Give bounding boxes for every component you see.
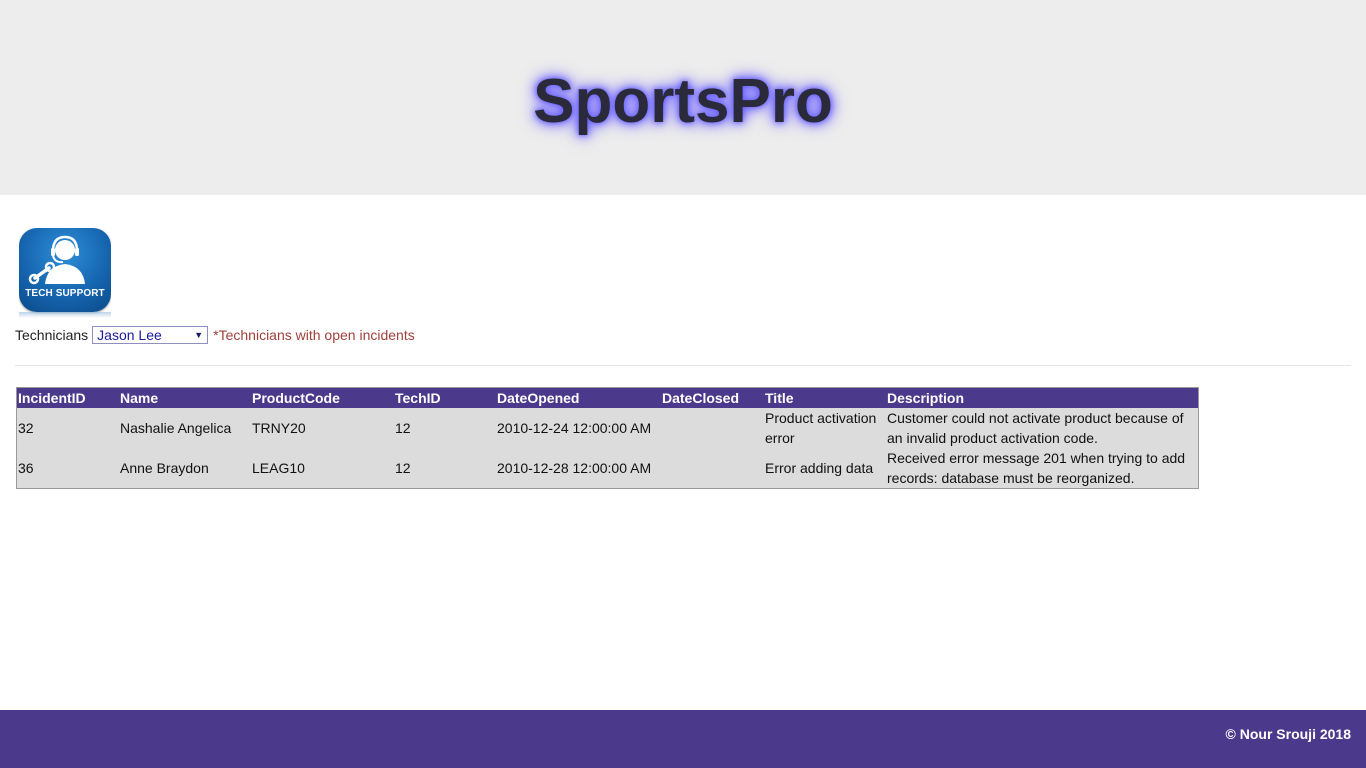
technicians-note: *Technicians with open incidents: [213, 327, 415, 343]
column-header-incidentid[interactable]: IncidentID: [17, 388, 119, 408]
cell-dateopened: 2010-12-28 12:00:00 AM: [497, 460, 652, 476]
table-row: 36 Anne Braydon LEAG10 12 2010-12-28 12:…: [17, 448, 1198, 488]
cell-incidentid: 32: [18, 420, 34, 436]
cell-productcode: TRNY20: [252, 420, 306, 436]
cell-name: Anne Braydon: [120, 460, 209, 476]
incidents-table: IncidentID Name ProductCode TechID DateO…: [17, 388, 1198, 488]
chevron-down-icon: ▼: [194, 330, 204, 340]
logo-text: TECH SUPPORT: [25, 288, 105, 299]
column-header-productcode[interactable]: ProductCode: [251, 388, 394, 408]
header-banner: SportsPro: [0, 0, 1366, 195]
page: SportsPro TECH SUPPORT Technicians Jason…: [0, 0, 1366, 768]
footer: © Nour Srouji 2018: [0, 710, 1366, 768]
cell-incidentid: 36: [18, 460, 34, 476]
cell-title: Error adding data: [765, 460, 874, 476]
divider: [15, 365, 1351, 366]
cell-dateclosed: [661, 408, 764, 448]
cell-dateclosed: [661, 448, 764, 488]
technician-filter: Technicians Jason Lee ▼ *Technicians wit…: [15, 325, 415, 345]
tech-support-headset-icon: [28, 235, 85, 285]
technicians-label: Technicians: [15, 327, 89, 343]
cell-techid: 12: [395, 420, 411, 436]
column-header-name[interactable]: Name: [119, 388, 251, 408]
tech-support-logo: TECH SUPPORT: [19, 228, 111, 318]
technician-select-value: Jason Lee: [97, 327, 162, 343]
technician-select[interactable]: Jason Lee ▼: [92, 326, 209, 344]
cell-productcode: LEAG10: [252, 460, 305, 476]
column-header-dateopened[interactable]: DateOpened: [496, 388, 661, 408]
cell-description: Customer could not activate product beca…: [887, 410, 1184, 446]
cell-description: Received error message 201 when trying t…: [887, 450, 1186, 486]
logo-reflection: [19, 312, 111, 318]
cell-name: Nashalie Angelica: [120, 420, 232, 436]
column-header-techid[interactable]: TechID: [394, 388, 496, 408]
cell-title: Product activation error: [765, 410, 877, 446]
cell-dateopened: 2010-12-24 12:00:00 AM: [497, 420, 652, 436]
incidents-grid: IncidentID Name ProductCode TechID DateO…: [16, 387, 1199, 489]
footer-copyright: © Nour Srouji 2018: [1225, 726, 1351, 742]
cell-techid: 12: [395, 460, 411, 476]
column-header-dateclosed[interactable]: DateClosed: [661, 388, 764, 408]
site-title: SportsPro: [533, 67, 833, 136]
table-header-row: IncidentID Name ProductCode TechID DateO…: [17, 388, 1198, 408]
column-header-description[interactable]: Description: [886, 388, 1198, 408]
column-header-title[interactable]: Title: [764, 388, 886, 408]
table-row: 32 Nashalie Angelica TRNY20 12 2010-12-2…: [17, 408, 1198, 448]
